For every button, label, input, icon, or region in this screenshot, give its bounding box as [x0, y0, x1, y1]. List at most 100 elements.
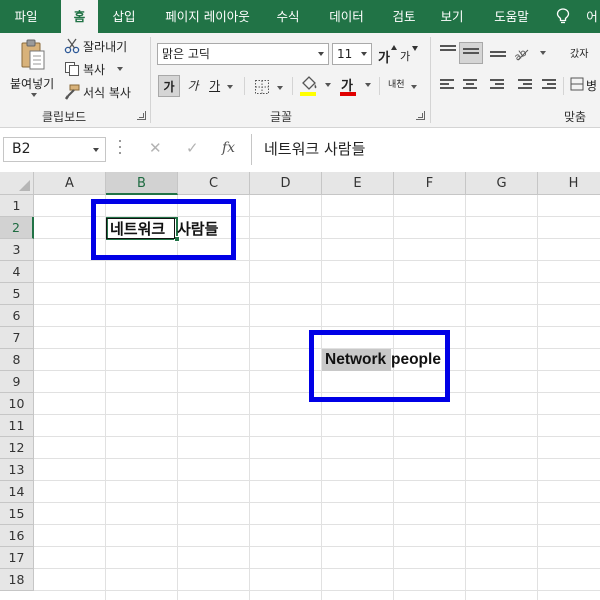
name-box[interactable]: B2 [3, 137, 106, 162]
row-header-18[interactable]: 18 [0, 569, 34, 591]
select-all-button[interactable] [0, 172, 34, 195]
chevron-down-icon [540, 51, 546, 55]
align-left-icon[interactable] [440, 79, 456, 93]
align-right-icon[interactable] [490, 79, 506, 93]
copy-icon [65, 62, 79, 76]
row-header-7[interactable]: 7 [0, 327, 34, 349]
grow-font-label: 가 [378, 51, 390, 66]
row-header-4[interactable]: 4 [0, 261, 34, 283]
italic-button[interactable]: 가 [183, 75, 203, 97]
enter-icon[interactable]: ✓ [186, 139, 199, 157]
tab-insert[interactable]: 삽입 [104, 0, 144, 33]
clipboard-dialog-launcher[interactable] [137, 111, 146, 120]
cut-label: 잘라내기 [83, 40, 128, 54]
lightbulb-icon[interactable] [556, 8, 570, 24]
underline-button[interactable]: 가 [206, 75, 236, 97]
row-header-16[interactable]: 16 [0, 525, 34, 547]
format-painter-button[interactable]: 서식 복사 [64, 83, 140, 101]
column-header-h[interactable]: H [538, 172, 600, 195]
font-dialog-launcher[interactable] [416, 111, 425, 120]
paste-icon [21, 39, 45, 70]
row-header-14[interactable]: 14 [0, 481, 34, 503]
tab-formulas[interactable]: 수식 [268, 0, 308, 33]
tab-review[interactable]: 검토 [384, 0, 424, 33]
wrap-text-button[interactable]: 갔자 [568, 43, 600, 63]
annotation-box-korean [91, 199, 236, 260]
column-header-b[interactable]: B [106, 172, 178, 195]
phonetic-guide-button[interactable]: 내천 [386, 73, 418, 99]
decrease-indent-icon[interactable] [518, 79, 534, 93]
borders-button[interactable] [252, 77, 286, 97]
tab-page-layout[interactable]: 페이지 레이아웃 [152, 0, 263, 33]
row-header-12[interactable]: 12 [0, 437, 34, 459]
bold-button[interactable]: 가 [158, 75, 180, 97]
chevron-down-icon [361, 52, 367, 56]
row-header-13[interactable]: 13 [0, 459, 34, 481]
column-header-e[interactable]: E [322, 172, 394, 195]
cancel-icon[interactable]: ✕ [149, 139, 162, 157]
grid-column-line [537, 195, 538, 600]
format-painter-label: 서식 복사 [83, 86, 131, 100]
grid-row-line [34, 304, 600, 305]
column-header-g[interactable]: G [466, 172, 538, 195]
chevron-down-icon [411, 85, 417, 89]
fill-color-button[interactable] [298, 74, 332, 98]
orientation-button[interactable]: ab [512, 45, 548, 63]
font-name-value: 맑은 고딕 [162, 47, 210, 61]
tab-view[interactable]: 보기 [432, 0, 472, 33]
column-header-a[interactable]: A [34, 172, 106, 195]
font-name-select[interactable]: 맑은 고딕 [157, 43, 329, 65]
row-header-6[interactable]: 6 [0, 305, 34, 327]
paste-label: 붙여넣기 [10, 77, 55, 91]
shrink-font-button[interactable]: 가 [400, 45, 418, 65]
underline-label: 가 [209, 79, 221, 93]
tab-tell-me[interactable]: 어 [580, 0, 600, 33]
grid-row-line [34, 282, 600, 283]
column-header-d[interactable]: D [250, 172, 322, 195]
row-header-9[interactable]: 9 [0, 371, 34, 393]
copy-dropdown-caret[interactable] [117, 67, 123, 71]
row-header-11[interactable]: 11 [0, 415, 34, 437]
format-separator [244, 77, 245, 95]
paste-dropdown-caret[interactable] [31, 93, 37, 97]
row-header-3[interactable]: 3 [0, 239, 34, 261]
formula-bar-grip[interactable] [119, 140, 122, 156]
format-separator [563, 77, 564, 95]
grid-row-line [34, 436, 600, 437]
cut-button[interactable]: 잘라내기 [64, 37, 136, 55]
font-size-value: 11 [337, 47, 353, 61]
fill-color-swatch [300, 92, 316, 96]
font-size-select[interactable]: 11 [332, 43, 372, 65]
caret-down-icon [412, 46, 418, 51]
merge-button[interactable]: 병 [570, 75, 600, 97]
row-header-8[interactable]: 8 [0, 349, 34, 371]
formula-input[interactable]: 네트워크 사람들 [251, 134, 600, 165]
row-header-15[interactable]: 15 [0, 503, 34, 525]
align-bottom-icon[interactable] [490, 51, 506, 65]
grow-font-button[interactable]: 가 [378, 45, 397, 66]
column-header-f[interactable]: F [394, 172, 466, 195]
shrink-font-label: 가 [400, 50, 411, 63]
group-separator [430, 37, 431, 123]
tab-home[interactable]: 홈 [61, 0, 98, 33]
copy-button[interactable]: 복사 [64, 60, 136, 78]
font-color-button[interactable]: 가 [338, 74, 372, 98]
italic-label: 가 [187, 79, 199, 93]
row-header-17[interactable]: 17 [0, 547, 34, 569]
grid-row-line [34, 524, 600, 525]
row-header-2[interactable]: 2 [0, 217, 34, 239]
align-center-icon[interactable] [463, 79, 479, 93]
insert-function-button[interactable]: fx [222, 140, 235, 156]
row-header-5[interactable]: 5 [0, 283, 34, 305]
paste-button[interactable]: 붙여넣기 [8, 37, 56, 99]
increase-indent-icon[interactable] [542, 79, 558, 93]
worksheet-grid[interactable]: ABCDEFGH 1 2 3 4 5 6 7 8 9 10 11 12 13 14 15 16 17 18 네트워… [0, 172, 600, 600]
chevron-down-icon [365, 83, 371, 87]
row-header-10[interactable]: 10 [0, 393, 34, 415]
tab-data[interactable]: 데이터 [319, 0, 374, 33]
column-header-c[interactable]: C [178, 172, 250, 195]
tab-help[interactable]: 도움말 [484, 0, 539, 33]
align-top-icon[interactable] [440, 45, 456, 59]
tab-file[interactable]: 파일 [4, 0, 48, 33]
row-header-1[interactable]: 1 [0, 195, 34, 217]
